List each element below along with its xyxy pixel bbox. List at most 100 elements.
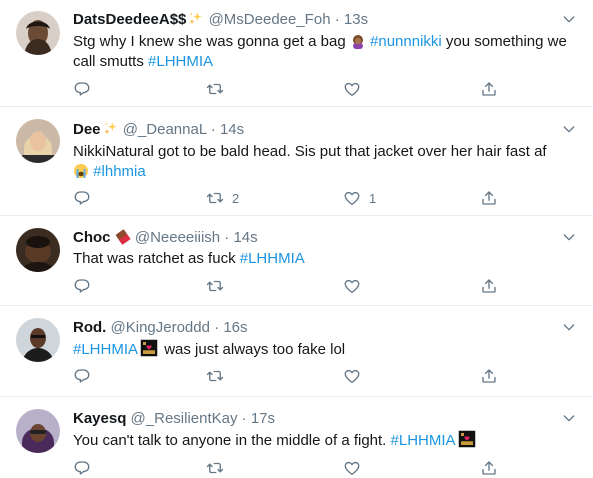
tweet-text-part: That was ratchet as fuck [73,250,240,267]
retweet-button[interactable] [206,458,224,478]
retweet-icon [206,277,224,295]
timestamp[interactable]: 14s [233,229,257,246]
display-name[interactable]: Dee [73,121,101,138]
retweet-icon [206,459,224,477]
tweet-actions [73,276,513,296]
handle[interactable]: @MsDeedee_Foh [209,11,331,28]
like-icon [343,367,361,385]
like-button[interactable] [343,79,361,99]
separator-dot: · [241,410,247,427]
separator-dot: · [210,121,216,138]
hashtag-link[interactable]: #LHHMIA [391,432,456,449]
handle[interactable]: @KingJeroddd [111,319,210,336]
tweet-3[interactable]: Choc @Neeeeiiish · 14s That was ratchet … [0,216,593,306]
tweet-text: Stg why I knew she was gonna get a bag #… [73,32,573,72]
reply-button[interactable] [73,458,91,478]
hashtag-link[interactable]: #LHHMIA [148,53,213,70]
reply-button[interactable] [73,188,91,208]
retweet-button[interactable]: 2 [206,188,239,208]
handle[interactable]: @Neeeeiiish [135,229,220,246]
tweet-text-part: Stg why I knew she was gonna get a bag [73,33,346,50]
tweet-actions [73,366,513,386]
reply-button[interactable] [73,79,91,99]
avatar[interactable] [16,11,60,55]
handle[interactable]: @_ResilientKay [131,410,238,427]
sparkles-icon [188,11,204,27]
like-count: 1 [369,190,377,206]
lhh-hashflag-icon [458,430,476,448]
hashtag-link[interactable]: #nunnnikki [370,33,442,50]
loudly-crying-face-emoji-icon [73,163,89,179]
hashtag-link[interactable]: #LHHMIA [240,250,305,267]
separator-dot: · [334,11,340,28]
share-icon [480,367,498,385]
reply-icon [73,459,91,477]
like-button[interactable]: 1 [343,188,376,208]
tweet-text: You can't talk to anyone in the middle o… [73,430,573,451]
share-icon [480,80,498,98]
display-name[interactable]: DatsDeedeeA$$ [73,11,186,28]
reply-button[interactable] [73,276,91,296]
tweet-header: DatsDeedeeA$$ @MsDeedee_Foh · 13s [73,10,368,30]
tweet-text: NikkiNatural got to be bald head. Sis pu… [73,142,573,182]
avatar[interactable] [16,228,60,272]
reply-button[interactable] [73,366,91,386]
tweet-2[interactable]: Dee @_DeannaL · 14s NikkiNatural got to … [0,107,593,216]
display-name[interactable]: Choc [73,229,111,246]
like-icon [343,189,361,207]
chevron-down-icon[interactable] [561,121,577,137]
hashtag-link[interactable]: #LHHMIA [73,341,138,358]
lhh-hashflag-icon [140,339,158,357]
share-icon [480,189,498,207]
retweet-button[interactable] [206,276,224,296]
display-name[interactable]: Kayesq [73,410,126,427]
like-button[interactable] [343,366,361,386]
avatar[interactable] [16,318,60,362]
chevron-down-icon[interactable] [561,229,577,245]
like-button[interactable] [343,276,361,296]
share-button[interactable] [480,276,498,296]
like-icon [343,80,361,98]
timestamp[interactable]: 14s [220,121,244,138]
share-button[interactable] [480,79,498,99]
reply-icon [73,367,91,385]
tweet-1[interactable]: DatsDeedeeA$$ @MsDeedee_Foh · 13s Stg wh… [0,0,593,107]
chevron-down-icon[interactable] [561,410,577,426]
tweet-actions: 2 1 [73,188,513,208]
reply-icon [73,189,91,207]
chocolate-bar-emoji-icon [115,229,131,245]
separator-dot: · [214,319,220,336]
share-button[interactable] [480,366,498,386]
share-button[interactable] [480,458,498,478]
share-icon [480,277,498,295]
timestamp[interactable]: 17s [251,410,275,427]
tweet-text-part: You can't talk to anyone in the middle o… [73,432,391,449]
reply-icon [73,277,91,295]
tweet-4[interactable]: Rod. @KingJeroddd · 16s #LHHMIA was just… [0,306,593,397]
tweet-header: Choc @Neeeeiiish · 14s [73,228,258,248]
handle[interactable]: @_DeannaL [123,121,207,138]
like-icon [343,277,361,295]
tweet-actions [73,458,513,478]
reply-icon [73,80,91,98]
tweet-text: #LHHMIA was just always too fake lol [73,339,573,360]
like-icon [343,459,361,477]
tweet-5[interactable]: Kayesq @_ResilientKay · 17s You can't ta… [0,397,593,475]
timestamp[interactable]: 13s [344,11,368,28]
like-button[interactable] [343,458,361,478]
tweet-text-part: was just always too fake lol [160,341,346,358]
avatar[interactable] [16,119,60,163]
timestamp[interactable]: 16s [223,319,247,336]
display-name[interactable]: Rod. [73,319,106,336]
share-button[interactable] [480,188,498,208]
separator-dot: · [224,229,230,246]
woman-facepalming-emoji-icon [350,33,366,49]
retweet-count: 2 [232,190,240,206]
chevron-down-icon[interactable] [561,319,577,335]
avatar[interactable] [16,409,60,453]
hashtag-link[interactable]: #lhhmia [93,163,146,180]
retweet-button[interactable] [206,366,224,386]
retweet-icon [206,189,224,207]
chevron-down-icon[interactable] [561,11,577,27]
retweet-button[interactable] [206,79,224,99]
